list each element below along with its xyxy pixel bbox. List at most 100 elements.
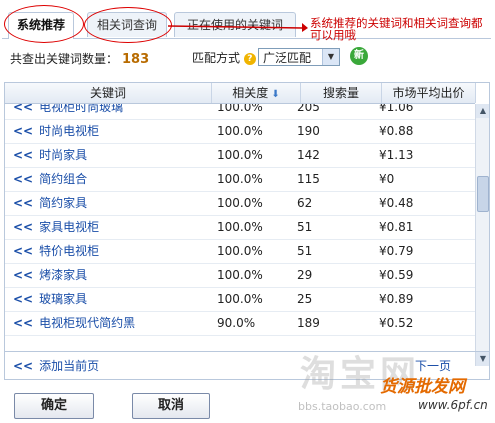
match-mode-select[interactable]: 广泛匹配 ▼ — [258, 48, 340, 66]
relevance-cell: 100.0% — [217, 148, 263, 162]
count-label: 共查出关键词数量： — [10, 52, 119, 66]
price-cell: ¥0.52 — [379, 316, 414, 330]
match-mode-value: 广泛匹配 — [263, 51, 312, 65]
header-volume[interactable]: 搜索量 — [301, 83, 382, 103]
keyword-text: 特价电视柜 — [39, 244, 100, 258]
table-row: << 简约家具 100.0% 62 ¥0.48 — [5, 192, 475, 216]
double-chevron-left-icon: << — [13, 172, 34, 186]
keyword-text: 烤漆家具 — [39, 268, 88, 282]
price-cell: ¥0.81 — [379, 220, 414, 234]
brand-url: www.6pf.cn — [418, 398, 488, 412]
header-price[interactable]: 市场平均出价 — [382, 83, 476, 103]
watermark-url: bbs.taobao.com — [298, 400, 387, 413]
brand-name: 货源批发网 — [380, 377, 465, 397]
volume-cell: 205 — [297, 104, 320, 114]
header-relevance-label: 相关度 — [232, 86, 269, 100]
keyword-text: 时尚电视柜 — [39, 124, 100, 138]
add-keyword-link[interactable]: << 电视柜时尚玻璃 — [13, 104, 123, 119]
relevance-cell: 100.0% — [217, 172, 263, 186]
double-chevron-left-icon: << — [13, 292, 34, 306]
double-chevron-left-icon: << — [13, 268, 34, 282]
price-cell: ¥0.59 — [379, 268, 414, 282]
double-chevron-left-icon: << — [13, 244, 34, 258]
keyword-count: 共查出关键词数量： 183 — [10, 50, 149, 67]
annotation-arrow-icon — [168, 23, 308, 32]
header-relevance[interactable]: 相关度 ⬇ — [212, 83, 301, 103]
double-chevron-left-icon: << — [13, 124, 34, 138]
relevance-cell: 100.0% — [217, 196, 263, 210]
table-scrollbar[interactable]: ▲ ▼ — [475, 104, 489, 366]
volume-cell: 190 — [297, 124, 320, 138]
scrollbar-thumb[interactable] — [477, 176, 489, 212]
annotation-text: 系统推荐的关键词和相关词查询都可以用哦 — [310, 16, 483, 42]
header-keyword[interactable]: 关键词 — [5, 83, 212, 103]
volume-cell: 189 — [297, 316, 320, 330]
volume-cell: 51 — [297, 220, 313, 234]
relevance-cell: 100.0% — [217, 292, 263, 306]
new-badge-icon[interactable]: 新 — [350, 47, 368, 65]
table-row: << 电视柜时尚玻璃 100.0% 205 ¥1.06 — [5, 104, 475, 120]
sort-arrow-icon: ⬇ — [268, 89, 280, 100]
volume-cell: 62 — [297, 196, 313, 210]
add-keyword-link[interactable]: << 玻璃家具 — [13, 288, 87, 311]
table-header: 关键词 相关度 ⬇ 搜索量 市场平均出价 — [5, 83, 476, 104]
add-keyword-link[interactable]: << 时尚电视柜 — [13, 120, 99, 143]
keyword-text: 家具电视柜 — [39, 220, 100, 234]
tab-system-recommend[interactable]: 系统推荐 — [8, 12, 74, 39]
scroll-up-icon[interactable]: ▲ — [476, 104, 489, 118]
relevance-cell: 100.0% — [217, 124, 263, 138]
relevance-cell: 100.0% — [217, 268, 263, 282]
tab-related-query[interactable]: 相关词查询 — [87, 12, 167, 37]
table-row: << 时尚电视柜 100.0% 190 ¥0.88 — [5, 120, 475, 144]
table-body: << 电视柜时尚玻璃 100.0% 205 ¥1.06 << 时尚电视柜 100.0… — [5, 104, 475, 344]
double-chevron-left-icon: << — [13, 316, 34, 330]
price-cell: ¥0.88 — [379, 124, 414, 138]
table-row: << 烤漆家具 100.0% 29 ¥0.59 — [5, 264, 475, 288]
match-mode-row: 匹配方式 ? 广泛匹配 ▼ 新 — [192, 47, 368, 70]
add-keyword-link[interactable]: << 特价电视柜 — [13, 240, 99, 263]
cancel-button[interactable]: 取消 — [132, 393, 210, 419]
match-label: 匹配方式 — [192, 51, 241, 65]
price-cell: ¥0.89 — [379, 292, 414, 306]
add-keyword-link[interactable]: << 时尚家具 — [13, 144, 87, 167]
relevance-cell: 90.0% — [217, 316, 256, 330]
table-row: << 简约组合 100.0% 115 ¥0 — [5, 168, 475, 192]
add-keyword-link[interactable]: << 简约组合 — [13, 168, 87, 191]
table-row: << 特价电视柜 100.0% 51 ¥0.79 — [5, 240, 475, 264]
chevron-down-icon: ▼ — [322, 49, 339, 65]
table-row: << 玻璃家具 100.0% 25 ¥0.89 — [5, 288, 475, 312]
relevance-cell: 100.0% — [217, 104, 263, 114]
volume-cell: 25 — [297, 292, 313, 306]
relevance-cell: 100.0% — [217, 244, 263, 258]
volume-cell: 142 — [297, 148, 320, 162]
price-cell: ¥0 — [379, 172, 395, 186]
add-current-page-link[interactable]: << 添加当前页 — [13, 357, 99, 374]
add-keyword-link[interactable]: << 简约家具 — [13, 192, 87, 215]
confirm-button[interactable]: 确定 — [14, 393, 94, 419]
keyword-text: 玻璃家具 — [39, 292, 88, 306]
count-value: 183 — [122, 52, 150, 67]
relevance-cell: 100.0% — [217, 220, 263, 234]
help-icon[interactable]: ? — [243, 52, 256, 65]
double-chevron-left-icon: << — [13, 148, 34, 162]
add-keyword-link[interactable]: << 烤漆家具 — [13, 264, 87, 287]
keyword-text: 简约组合 — [39, 172, 88, 186]
double-chevron-left-icon: << — [13, 104, 34, 114]
volume-cell: 29 — [297, 268, 313, 282]
double-chevron-left-icon: << — [13, 220, 34, 234]
keyword-text: 时尚家具 — [39, 148, 88, 162]
table-row: << 家具电视柜 100.0% 51 ¥0.81 — [5, 216, 475, 240]
add-keyword-link[interactable]: << 家具电视柜 — [13, 216, 99, 239]
double-chevron-left-icon: << — [13, 196, 34, 210]
keyword-text: 电视柜时尚玻璃 — [39, 104, 124, 114]
add-keyword-link[interactable]: << 电视柜现代简约黑 — [13, 312, 135, 335]
volume-cell: 115 — [297, 172, 320, 186]
price-cell: ¥0.48 — [379, 196, 414, 210]
table-row: << 时尚家具 100.0% 142 ¥1.13 — [5, 144, 475, 168]
table-row: << 电视柜现代简约黑 90.0% 189 ¥0.52 — [5, 312, 475, 336]
price-cell: ¥1.13 — [379, 148, 414, 162]
price-cell: ¥0.79 — [379, 244, 414, 258]
add-current-page-label: 添加当前页 — [39, 359, 100, 373]
keyword-text: 电视柜现代简约黑 — [39, 316, 136, 330]
double-chevron-left-icon: << — [13, 359, 34, 373]
